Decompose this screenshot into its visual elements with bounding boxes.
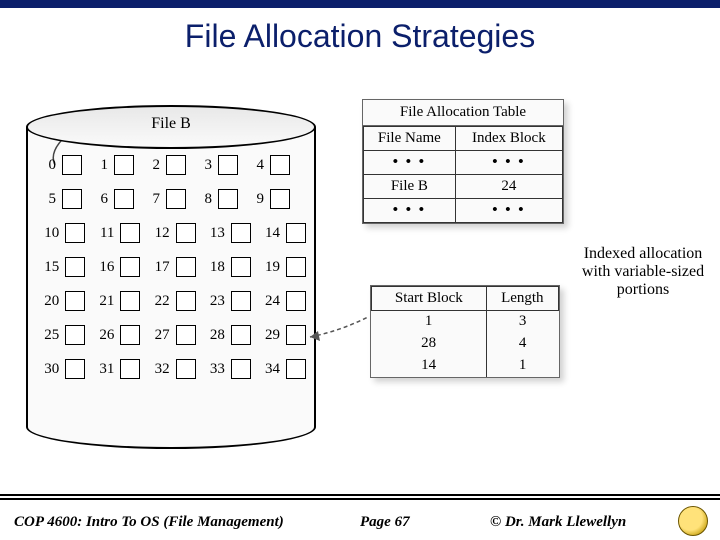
fat-dots: • • •: [364, 199, 456, 223]
block: [270, 155, 290, 175]
block: [120, 223, 140, 243]
idx-cell: 3: [486, 311, 558, 333]
block: [120, 325, 140, 345]
block: [176, 257, 196, 277]
disk-label: File B: [26, 115, 316, 133]
fat-row-name: File B: [364, 175, 456, 199]
disk-cylinder: File B 0 1 2 3 4 5 6 7 8 9 10 11 12 13 1: [26, 105, 316, 445]
block: [286, 359, 306, 379]
top-strip: [0, 0, 720, 8]
block: [166, 189, 186, 209]
block: [120, 257, 140, 277]
block: [231, 359, 251, 379]
caption: Indexed allocation with variable-sized p…: [578, 245, 708, 299]
fat-grid: File Name Index Block • • • • • • File B…: [363, 126, 563, 223]
block: [114, 155, 134, 175]
fat-title: File Allocation Table: [363, 100, 563, 126]
footer-separator: [0, 494, 720, 500]
block: [65, 325, 85, 345]
idx-header-start: Start Block: [372, 287, 487, 311]
fat-dots: • • •: [455, 199, 562, 223]
block: [176, 359, 196, 379]
idx-cell: 4: [486, 333, 558, 355]
block: [62, 189, 82, 209]
block: [218, 155, 238, 175]
fat-header-name: File Name: [364, 127, 456, 151]
block: [120, 291, 140, 311]
block-row: 20 21 22 23 24: [36, 291, 306, 311]
footer-page: Page 67: [360, 514, 410, 531]
slide-title: File Allocation Strategies: [0, 18, 720, 55]
block: [231, 257, 251, 277]
block-grid: 0 1 2 3 4 5 6 7 8 9 10 11 12 13 14 15: [36, 155, 306, 393]
idx-cell: 14: [372, 355, 487, 377]
block: [166, 155, 186, 175]
footer: COP 4600: Intro To OS (File Management) …: [0, 504, 720, 540]
block-row: 30 31 32 33 34: [36, 359, 306, 379]
block-row: 25 26 27 28 29: [36, 325, 306, 345]
block: [286, 257, 306, 277]
block: [286, 223, 306, 243]
fat-dots: • • •: [364, 151, 456, 175]
block: [286, 291, 306, 311]
index-block-table: Start Block Length 1 3 28 4 14 1: [370, 285, 560, 378]
block: [65, 291, 85, 311]
block: [65, 223, 85, 243]
fat-row-index: 24: [455, 175, 562, 199]
block: [65, 257, 85, 277]
disk-bottom: [26, 405, 316, 449]
block: [176, 291, 196, 311]
block-row: 0 1 2 3 4: [36, 155, 306, 175]
idx-cell: 1: [486, 355, 558, 377]
idx-header-length: Length: [486, 287, 558, 311]
fat-dots: • • •: [455, 151, 562, 175]
footer-author: © Dr. Mark Llewellyn: [490, 514, 626, 531]
content-area: File B 0 1 2 3 4 5 6 7 8 9 10 11 12 13 1: [0, 55, 720, 485]
idx-cell: 1: [372, 311, 487, 333]
block: [176, 223, 196, 243]
block: [286, 325, 306, 345]
block: [62, 155, 82, 175]
block: [176, 325, 196, 345]
block-row: 5 6 7 8 9: [36, 189, 306, 209]
block: [231, 223, 251, 243]
idx-cell: 28: [372, 333, 487, 355]
block: [120, 359, 140, 379]
block: [231, 325, 251, 345]
fat-header-index: Index Block: [455, 127, 562, 151]
block: [270, 189, 290, 209]
block: [114, 189, 134, 209]
block-row: 15 16 17 18 19: [36, 257, 306, 277]
block: [65, 359, 85, 379]
block-row: 10 11 12 13 14: [36, 223, 306, 243]
block: [218, 189, 238, 209]
ucf-logo-icon: [678, 506, 708, 536]
file-allocation-table: File Allocation Table File Name Index Bl…: [362, 99, 564, 224]
block: [231, 291, 251, 311]
